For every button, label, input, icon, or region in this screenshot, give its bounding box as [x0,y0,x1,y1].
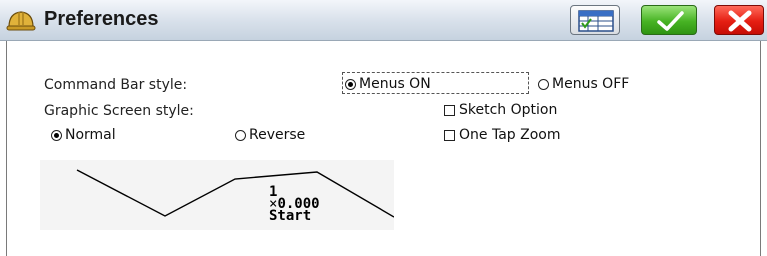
checkbox-unchecked-icon [444,104,455,116]
checkbox-unchecked-icon [444,129,455,141]
menus-off-radio[interactable]: Menus OFF [538,76,629,92]
normal-radio[interactable]: Normal [51,127,116,143]
graphic-screen-style-label: Graphic Screen style: [44,103,194,119]
menus-off-label: Menus OFF [552,76,630,92]
checkmark-icon [657,11,684,31]
ok-button[interactable] [641,5,697,35]
calculator-icon [578,10,614,32]
command-bar-style-label: Command Bar style: [44,77,188,93]
hard-hat-icon [6,11,36,31]
sketch-option-checkbox[interactable]: Sketch Option [444,102,557,118]
menus-on-label: Menus ON [359,76,431,92]
radio-selected-icon [51,129,62,141]
cancel-button[interactable] [714,5,764,35]
menus-on-radio[interactable]: Menus ON [345,76,431,92]
radio-selected-icon [345,78,356,90]
reverse-label: Reverse [249,127,306,143]
title-bar: Preferences [0,0,767,41]
close-x-icon [728,10,752,32]
sketch-option-label: Sketch Option [459,102,558,118]
radio-unselected-icon [538,78,549,90]
radio-unselected-icon [235,129,246,141]
preferences-panel: Command Bar style: Menus ON Menus OFF Gr… [6,41,761,256]
calculator-button[interactable] [570,5,620,35]
one-tap-zoom-label: One Tap Zoom [459,127,561,143]
window-title: Preferences [44,8,159,30]
graphic-preview: 1 ×0.000 Start [40,160,394,230]
normal-label: Normal [65,127,116,143]
preview-linework [76,169,394,218]
one-tap-zoom-checkbox[interactable]: One Tap Zoom [444,127,560,143]
preview-description: Start [269,208,312,224]
reverse-radio[interactable]: Reverse [235,127,305,143]
